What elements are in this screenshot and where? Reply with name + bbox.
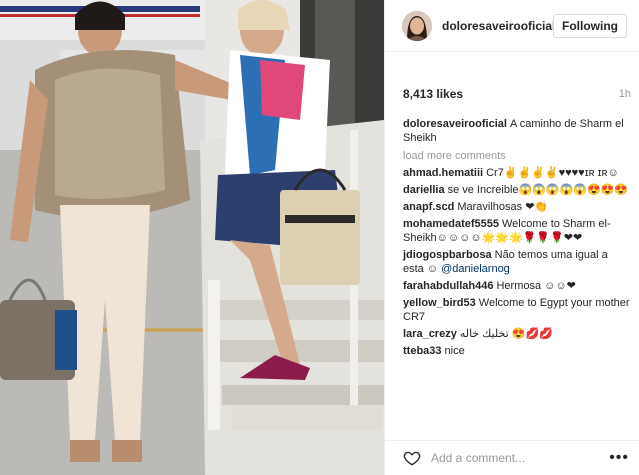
comment-item: lara_crezy تخليك خاله 😍💋💋 [403, 327, 631, 341]
comment-item: dariellia se ve Increible😱😱😱😱😱😍😍😍 [403, 183, 631, 197]
comment-username[interactable]: yellow_bird53 [403, 297, 476, 309]
comment-text: Cr7✌✌✌✌♥♥♥♥ɪʀ ɪʀ☺ [486, 167, 619, 179]
load-more-comments-link[interactable]: load more comments [403, 149, 631, 163]
more-options-icon[interactable]: ••• [609, 449, 629, 467]
likes-count[interactable]: 8,413 likes [403, 87, 463, 101]
comment-item: tteba33 nice [403, 344, 631, 358]
post-time[interactable]: 1h [619, 88, 631, 100]
comment-username[interactable]: dariellia [403, 184, 445, 196]
caption-username[interactable]: doloresaveirooficial [403, 118, 507, 130]
avatar[interactable] [402, 10, 432, 41]
comment-username[interactable]: jdiogospbarbosa [403, 249, 492, 261]
comment-username[interactable]: anapf.scd [403, 201, 454, 213]
comment-text: nice [444, 345, 465, 357]
post-header: doloresaveirooficial Following [385, 0, 639, 52]
following-button[interactable]: Following [553, 13, 627, 38]
comment-mention-link[interactable]: @danielarnog [441, 263, 510, 275]
avatar-image [402, 10, 432, 41]
post-caption: doloresaveirooficial A caminho de Sharm e… [403, 117, 631, 145]
comment-username[interactable]: farahabdullah446 [403, 280, 493, 292]
post-photo[interactable] [0, 0, 384, 475]
comment-text: Maravilhosas ❤👏 [457, 201, 549, 213]
instagram-post: doloresaveirooficial Following 8,413 lik… [0, 0, 639, 475]
add-comment-input[interactable] [431, 451, 610, 465]
comment-item: ahmad.hematiii Cr7✌✌✌✌♥♥♥♥ɪʀ ɪʀ☺ [403, 166, 631, 180]
add-comment-bar: ••• [385, 440, 639, 475]
comment-text: se ve Increible😱😱😱😱😱😍😍😍 [447, 184, 629, 196]
comment-text: Hermosa ☺☺❤ [496, 280, 576, 292]
comment-text: تخليك خاله 😍💋💋 [459, 328, 553, 340]
comment-username[interactable]: ahmad.hematiii [403, 167, 483, 179]
comment-username[interactable]: lara_crezy [403, 328, 457, 340]
heart-icon[interactable] [403, 449, 421, 467]
comment-item: anapf.scd Maravilhosas ❤👏 [403, 200, 631, 214]
comment-username[interactable]: tteba33 [403, 345, 442, 357]
comment-item: farahabdullah446 Hermosa ☺☺❤ [403, 279, 631, 293]
comment-username[interactable]: mohamedatef5555 [403, 218, 499, 230]
comment-item: yellow_bird53 Welcome to Egypt your mothe… [403, 296, 631, 324]
post-side-panel: doloresaveirooficial Following 8,413 lik… [384, 0, 639, 475]
comment-item: mohamedatef5555 Welcome to Sharm el-Sheik… [403, 217, 631, 245]
post-stats: 8,413 likes 1h [385, 52, 639, 112]
post-username[interactable]: doloresaveirooficial [442, 19, 553, 33]
comment-item: jdiogospbarbosa Não temos uma igual a est… [403, 248, 631, 276]
comments-list: doloresaveirooficial A caminho de Sharm e… [385, 112, 639, 440]
photo-illustration [0, 0, 384, 475]
